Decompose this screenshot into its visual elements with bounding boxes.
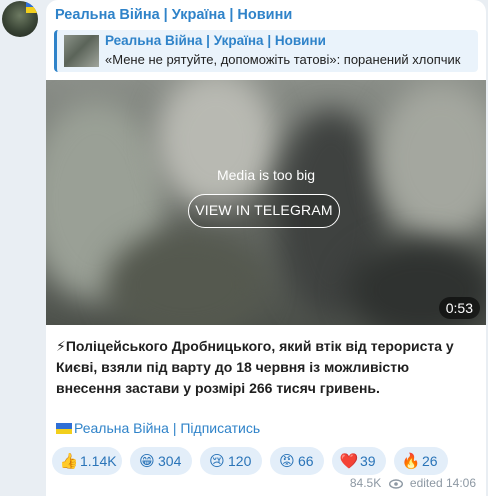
- video-duration: 0:53: [438, 297, 480, 319]
- reply-text: «Мене не рятуйте, допоможіть татові»: по…: [105, 52, 461, 67]
- video-preview[interactable]: Media is too big VIEW IN TELEGRAM 0:53: [46, 80, 486, 325]
- reaction-count: 26: [422, 453, 438, 469]
- message-meta: 84.5K edited 14:06: [350, 476, 476, 492]
- heart-icon: ❤️: [339, 453, 359, 470]
- reaction-grin[interactable]: 😁 304: [130, 447, 192, 475]
- ukraine-flag-icon: [26, 1, 38, 13]
- reaction-cry[interactable]: 😢 120: [200, 447, 262, 475]
- reaction-count: 66: [298, 453, 314, 469]
- post-body: Поліцейського Дробницького, який втік ві…: [56, 338, 454, 396]
- angry-face-icon: 😡: [279, 453, 295, 470]
- reply-preview[interactable]: Реальна Війна | Україна | Новини «Мене н…: [54, 30, 478, 72]
- reaction-heart[interactable]: ❤️ 39: [332, 447, 386, 475]
- channel-avatar[interactable]: [2, 1, 38, 37]
- message-bubble: Реальна Війна | Україна | Новини Реальна…: [46, 0, 486, 496]
- reaction-thumbs-up[interactable]: 👍 1.14K: [52, 447, 122, 475]
- view-in-telegram-button[interactable]: VIEW IN TELEGRAM: [188, 194, 340, 228]
- eye-icon: [388, 478, 403, 492]
- crying-face-icon: 😢: [209, 453, 225, 470]
- blur-shape: [156, 80, 276, 210]
- blur-shape: [106, 230, 266, 325]
- blur-shape: [376, 80, 486, 240]
- post-text: ⚡Поліцейського Дробницького, який втік в…: [56, 336, 476, 399]
- reaction-count: 304: [158, 453, 182, 469]
- reply-title: Реальна Війна | Україна | Новини: [105, 33, 326, 48]
- subscribe-link[interactable]: Реальна Війна | Підписатись: [74, 420, 260, 436]
- edited-label: edited: [409, 476, 443, 490]
- reaction-count: 1.14K: [80, 453, 117, 469]
- reaction-count: 120: [228, 453, 252, 469]
- thumbs-up-icon: 👍: [59, 453, 79, 470]
- channel-name[interactable]: Реальна Війна | Україна | Новини: [55, 7, 292, 23]
- message-time: 14:06: [445, 476, 476, 490]
- fire-icon: 🔥: [401, 453, 421, 470]
- subscribe-line: Реальна Війна | Підписатись: [56, 420, 260, 436]
- reaction-count: 39: [360, 453, 376, 469]
- view-count: 84.5K: [349, 476, 382, 490]
- lightning-icon: ⚡: [56, 338, 66, 354]
- reply-thumbnail: [64, 35, 99, 67]
- grin-icon: 😁: [139, 453, 155, 470]
- media-too-big-label: Media is too big: [216, 167, 316, 183]
- reaction-angry[interactable]: 😡 66: [270, 447, 324, 475]
- ukraine-flag-icon: [56, 423, 72, 434]
- reaction-fire[interactable]: 🔥 26: [394, 447, 448, 475]
